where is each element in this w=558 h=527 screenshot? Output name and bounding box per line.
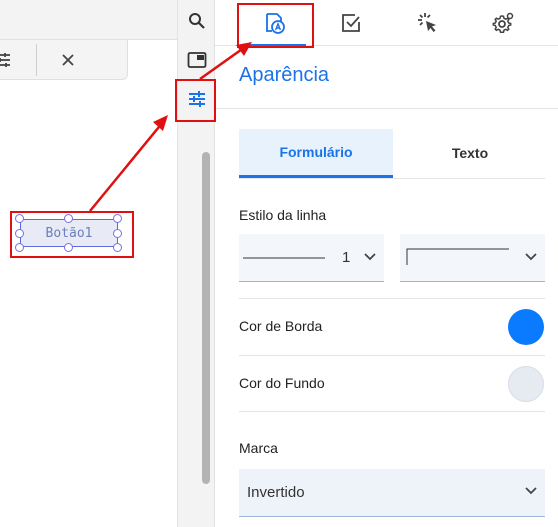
tab-form[interactable]: Formulário (239, 129, 393, 178)
border-color-swatch[interactable] (508, 309, 544, 345)
tab-settings[interactable] (469, 0, 539, 46)
line-preview (243, 257, 325, 259)
line-width-select[interactable]: 1 (239, 234, 384, 282)
scrollbar-thumb[interactable] (202, 152, 210, 484)
close-icon[interactable] (56, 48, 80, 72)
toolbar-divider (36, 44, 37, 76)
divider (215, 108, 558, 109)
background-color-swatch[interactable] (508, 366, 544, 402)
highlight-box-appearance (237, 3, 314, 48)
line-width-value: 1 (342, 249, 351, 266)
gear-icon (492, 12, 514, 33)
border-style-preview (406, 248, 509, 265)
chevron-down-icon (525, 253, 537, 261)
tab-actions[interactable] (393, 0, 463, 46)
border-color-label: Cor de Borda (239, 318, 323, 334)
brand-value: Invertido (247, 484, 305, 501)
highlight-box-adjust (175, 79, 216, 122)
properties-panel: Aparência Formulário Texto Estilo da lin… (215, 0, 558, 527)
tab-text[interactable]: Texto (393, 129, 547, 177)
search-icon[interactable] (181, 5, 213, 37)
highlight-box-widget (10, 211, 134, 258)
subtab-bar: Formulário Texto (239, 129, 545, 179)
panel-icon[interactable] (181, 44, 213, 76)
chevron-down-icon (364, 253, 376, 261)
checkbox-icon (342, 14, 360, 32)
line-style-label: Estilo da linha (239, 207, 327, 223)
design-canvas: Botão1 (0, 0, 186, 527)
adjust-icon[interactable] (0, 48, 15, 72)
canvas-topbar (0, 0, 186, 40)
click-icon (418, 13, 436, 32)
background-color-label: Cor do Fundo (239, 375, 325, 391)
widget-mini-toolbar (0, 40, 128, 80)
chevron-down-icon (525, 487, 537, 495)
divider (239, 355, 545, 356)
panel-title: Aparência (239, 64, 330, 86)
divider (239, 411, 545, 412)
line-type-select[interactable] (400, 234, 545, 282)
divider (239, 298, 545, 299)
editor-window: Botão1 Aparência Formulário Texto Estilo… (0, 0, 558, 527)
brand-label: Marca (239, 440, 278, 456)
tab-checklist[interactable] (316, 0, 386, 46)
brand-select[interactable]: Invertido (239, 469, 545, 517)
